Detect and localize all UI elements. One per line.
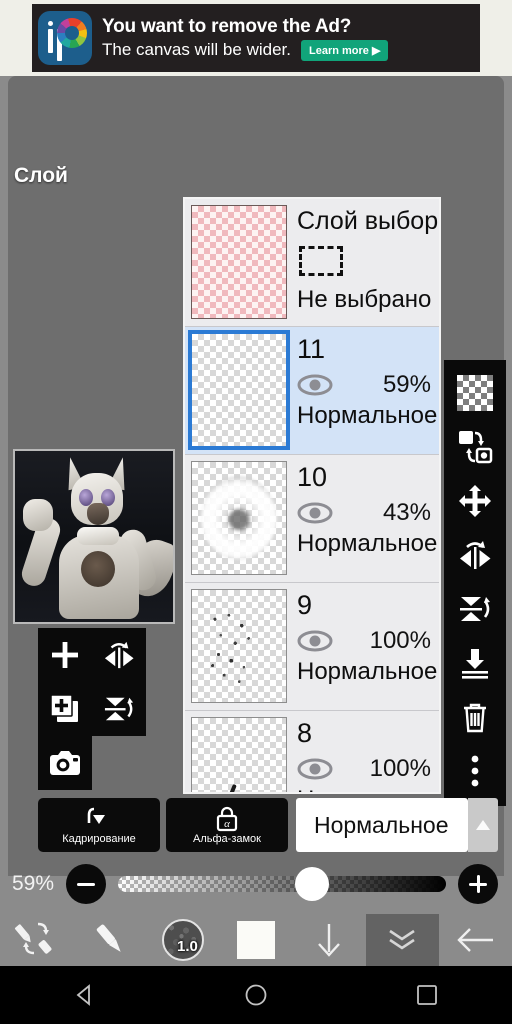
alpha-lock-button[interactable]: α Альфа-замок [166, 798, 288, 852]
layer-actions-toolbar[interactable] [444, 360, 506, 806]
back-arrow-icon[interactable] [439, 914, 512, 966]
layer-list[interactable]: Слой выбора Не выбрано 11 59% Нормальное [183, 197, 441, 794]
layer-thumbnail[interactable] [188, 330, 290, 450]
duplicate-layer-icon[interactable] [38, 682, 92, 736]
android-nav-bar[interactable] [0, 966, 512, 1024]
ad-learn-more-button[interactable]: Learn more ▶ [300, 39, 389, 61]
crop-label: Кадрирование [62, 832, 136, 845]
swap-layer-icon[interactable] [447, 420, 503, 474]
layer-opacity: 59% [382, 371, 431, 398]
page-title: Слой [14, 164, 68, 187]
layer-opacity: 43% [382, 499, 431, 526]
layer-blend-mode: Нормальное [297, 402, 438, 429]
layer-thumbnail[interactable] [191, 205, 287, 319]
layer-opacity: 100% [369, 755, 431, 782]
download-arrow-icon[interactable] [293, 914, 366, 966]
opacity-slider-thumb[interactable] [294, 867, 329, 901]
ad-content[interactable]: You want to remove the Ad? The canvas wi… [32, 4, 480, 72]
eye-icon[interactable] [297, 630, 333, 652]
eye-icon[interactable] [297, 758, 333, 780]
android-home-icon[interactable] [171, 983, 342, 1007]
layer-opacity: 100% [369, 627, 431, 654]
camera-import-icon[interactable] [38, 736, 92, 790]
ibispaint-logo-icon [38, 11, 92, 65]
android-back-icon[interactable] [0, 983, 171, 1007]
opacity-increase-button[interactable] [458, 864, 498, 904]
brush-size-button[interactable]: 1.0 [146, 914, 219, 966]
layer-thumbnail[interactable] [191, 717, 287, 792]
layer-name: 8 [297, 718, 313, 748]
layer-thumbnail[interactable] [191, 461, 287, 575]
chevron-up-icon[interactable] [468, 798, 498, 852]
android-recents-icon[interactable] [341, 983, 512, 1007]
eye-icon[interactable] [297, 374, 333, 396]
ad-headline: You want to remove the Ad? [102, 15, 352, 37]
move-layer-icon[interactable] [447, 474, 503, 528]
bottom-toolbar[interactable]: 1.0 [0, 914, 512, 966]
merge-down-icon[interactable] [447, 636, 503, 690]
opacity-decrease-button[interactable] [66, 864, 106, 904]
ad-subline: The canvas will be wider. [102, 40, 291, 59]
blend-mode-value: Нормальное [314, 811, 449, 838]
brush-eraser-swap-icon[interactable] [0, 914, 73, 966]
selection-marquee-icon [299, 246, 343, 276]
layer-thumbnail[interactable] [191, 589, 287, 703]
layer-row[interactable]: 11 59% Нормальное [185, 327, 439, 455]
layer-row[interactable]: 10 43% Нормальное [185, 455, 439, 583]
alpha-lock-label: Альфа-замок [193, 832, 261, 845]
layer-blend-mode: Нормальное [297, 530, 438, 557]
brush-icon[interactable] [73, 914, 146, 966]
selection-status: Не выбрано [297, 286, 432, 313]
opacity-value-label: 59% [11, 872, 55, 895]
color-swatch-button[interactable] [219, 914, 292, 966]
layer-row[interactable]: 8 100% Нормальное [185, 711, 439, 792]
flip-horizontal-icon[interactable] [447, 528, 503, 582]
flip-vertical-icon[interactable] [447, 582, 503, 636]
layer-name: 9 [297, 590, 313, 620]
layer-options-row[interactable]: Кадрирование α Альфа-замок Нормальное [0, 798, 512, 854]
layer-name: 11 [297, 334, 326, 364]
delete-layer-icon[interactable] [447, 690, 503, 744]
crop-button[interactable]: Кадрирование [38, 798, 160, 852]
artwork-preview-thumbnail[interactable] [13, 449, 175, 624]
eye-icon[interactable] [297, 502, 333, 524]
color-swatch-icon[interactable] [236, 921, 275, 959]
opacity-slider-track[interactable] [118, 867, 446, 901]
add-layer-icon[interactable] [38, 628, 92, 682]
app-root: You want to remove the Ad? The canvas wi… [0, 0, 512, 1024]
ad-banner[interactable]: You want to remove the Ad? The canvas wi… [0, 0, 512, 76]
layer-name: 10 [297, 462, 328, 492]
flip-horizontal-icon[interactable] [92, 628, 146, 682]
layer-row-selection[interactable]: Слой выбора Не выбрано [185, 199, 439, 327]
more-options-icon[interactable] [447, 744, 503, 798]
svg-text:α: α [224, 818, 230, 830]
ad-text-block: You want to remove the Ad? The canvas wi… [92, 16, 474, 61]
alpha-lock-icon: α [215, 806, 239, 832]
layer-add-toolbar[interactable] [38, 628, 146, 790]
double-chevron-down-icon[interactable] [365, 914, 439, 966]
layer-name: Слой выбора [297, 207, 441, 235]
layer-blend-mode: Нормальное [297, 658, 438, 685]
brush-size-icon[interactable]: 1.0 [161, 919, 204, 961]
layer-blend-mode: Нормальное [297, 786, 439, 792]
transparency-checker-icon[interactable] [447, 366, 503, 420]
brush-size-label: 1.0 [176, 938, 198, 955]
blend-mode-select[interactable]: Нормальное [296, 798, 468, 852]
flip-vertical-icon[interactable] [92, 682, 146, 736]
opacity-slider-row[interactable]: 59% [0, 858, 512, 910]
layer-row[interactable]: 9 100% Нормальное [185, 583, 439, 711]
